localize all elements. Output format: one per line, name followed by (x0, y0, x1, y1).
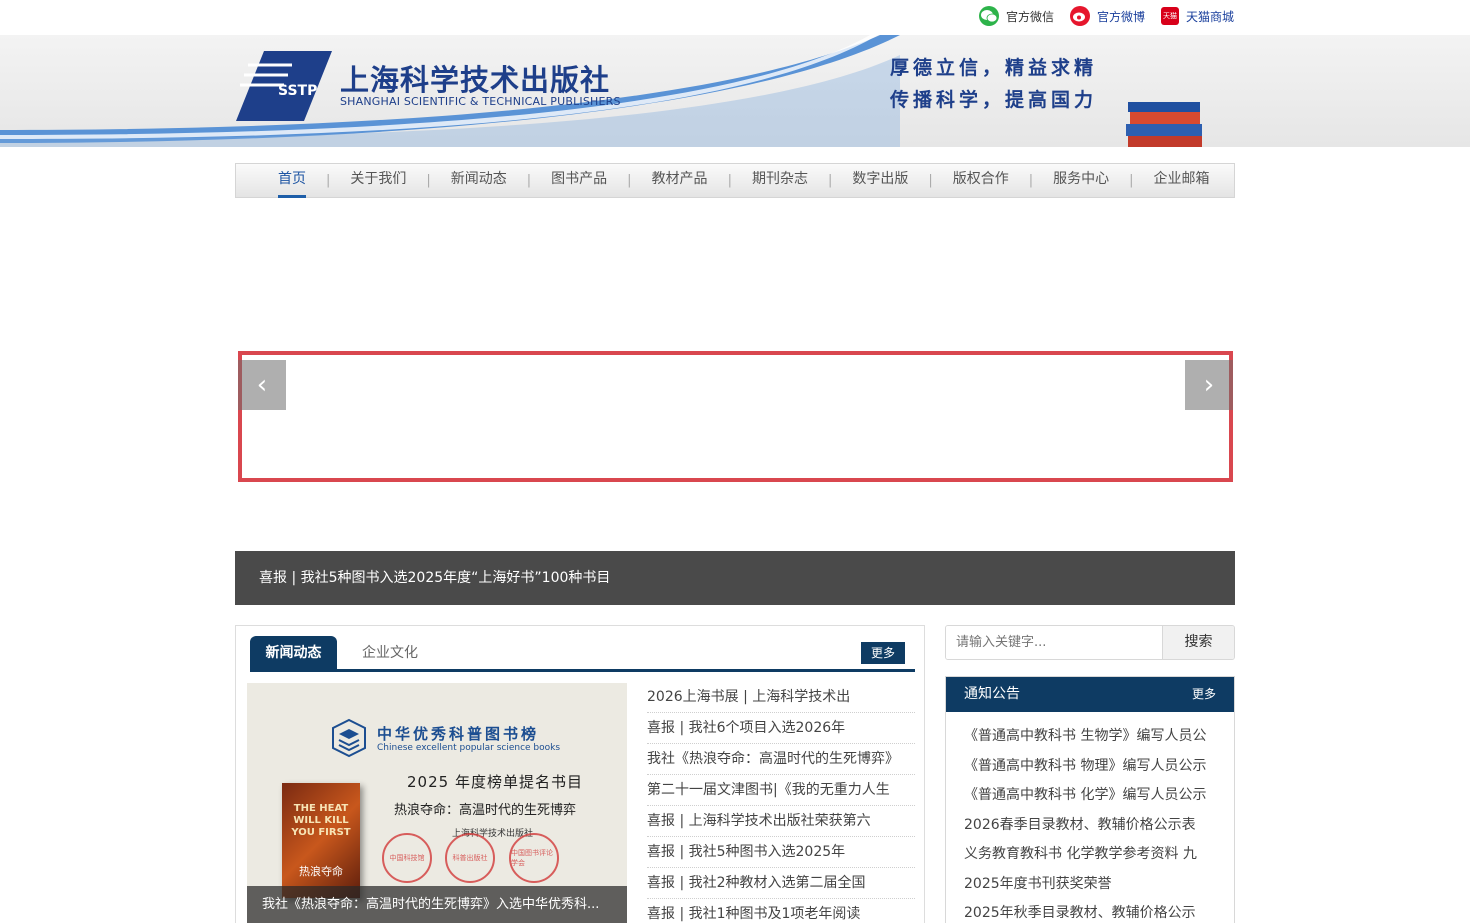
wechat-link[interactable]: 官方微信 (978, 6, 1054, 26)
nav-separator: | (827, 173, 833, 188)
nav-separator: | (426, 173, 431, 188)
notice-list: 《普通高中教科书 生物学》编写人员公 《普通高中教科书 物理》编写人员公示 《普通高… (946, 712, 1234, 923)
nav-item[interactable]: 服务中心 (1053, 163, 1109, 198)
news-item[interactable]: 喜报 | 我社5种图书入选2025年 (647, 837, 915, 868)
weibo-label: 官方微博 (1096, 9, 1145, 24)
nav-item[interactable]: 新闻动态 (451, 163, 507, 198)
publisher-name-en: SHANGHAI SCIENTIFIC & TECHNICAL PUBLISHE… (340, 95, 621, 108)
certificate-line-2: 热浪夺命：高温时代的生死博弈 (394, 803, 577, 818)
news-tabs: 新闻动态 企业文化 更多 (250, 636, 915, 672)
certificate-line-1: 2025 年度榜单提名书目 (407, 773, 583, 791)
news-item[interactable]: 2026上海书展 | 上海科学技术出 (647, 682, 915, 713)
notice-item[interactable]: 《普通高中教科书 物理》编写人员公示 (964, 752, 1234, 782)
book-cover-image: THE HEAT WILL KILL YOU FIRST 热浪夺命 (282, 783, 360, 898)
nav-separator: | (1129, 173, 1134, 188)
news-item[interactable]: 喜报 | 我社2种教材入选第二届全国 (647, 868, 915, 899)
nav-item[interactable]: 教材产品 (652, 163, 708, 198)
nav-separator: | (928, 173, 933, 188)
top-bar: 官方微信 官方微博 天猫 天猫商城 (0, 0, 1470, 35)
slogan-line-2: 传播科学，提高国力 (890, 89, 1098, 111)
notice-item[interactable]: 《普通高中教科书 化学》编写人员公示 (964, 781, 1234, 811)
notice-item[interactable]: 2025年度书刊获奖荣誉 (964, 870, 1234, 900)
news-item[interactable]: 第二十一届文津图书|《我的无重力人生 (647, 775, 915, 806)
seal-stamp-icon: 中国科技馆 (382, 833, 432, 883)
notice-item[interactable]: 2026春季目录教材、教辅价格公示表 (964, 811, 1234, 841)
wechat-label: 官方微信 (1005, 9, 1054, 24)
nav-item[interactable]: 关于我们 (350, 163, 406, 198)
nav-item[interactable]: 首页 (278, 163, 306, 198)
notice-item[interactable]: 义务教育教科书 化学教学参考资料 九 (964, 840, 1234, 870)
slogan-line-1: 厚德立信，精益求精 (890, 57, 1098, 79)
nav-separator: | (727, 173, 732, 188)
certificate-emblem-icon (332, 718, 366, 758)
nav-item[interactable]: 图书产品 (551, 163, 607, 198)
nav-separator: | (1028, 173, 1034, 188)
nav-item[interactable]: 版权合作 (953, 163, 1009, 198)
tab-news[interactable]: 新闻动态 (250, 636, 337, 670)
tmall-link[interactable]: 天猫 天猫商城 (1160, 6, 1234, 26)
certificate-subtitle: Chinese excellent popular science books (377, 743, 561, 753)
nav-separator: | (526, 173, 532, 188)
nav-separator: | (627, 173, 632, 188)
notice-title: 通知公告 (964, 686, 1020, 702)
slider-prev-button[interactable]: ‹ (238, 360, 286, 410)
logo-mark-text: SSTP (278, 83, 317, 99)
news-item[interactable]: 我社《热浪夺命：高温时代的生死博弈》 (647, 744, 915, 775)
notice-item[interactable]: 2025年秋季目录教材、教辅价格公示 (964, 899, 1234, 923)
chevron-left-icon: ‹ (256, 370, 268, 400)
notice-header: 通知公告 更多 (946, 677, 1234, 712)
notice-item[interactable]: 《普通高中教科书 生物学》编写人员公 (964, 722, 1234, 752)
top-links: 官方微信 官方微博 天猫 天猫商城 (978, 6, 1234, 26)
notice-more-link[interactable]: 更多 (1192, 677, 1216, 712)
news-panel: 新闻动态 企业文化 更多 中华优秀科普图书榜 Chinese excellent… (235, 625, 925, 923)
tmall-icon: 天猫 (1160, 7, 1179, 25)
news-list: 2026上海书展 | 上海科学技术出 喜报 | 我社6个项目入选2026年 我社《热… (647, 682, 915, 923)
book-cover-cn: 热浪夺命 (299, 865, 343, 878)
nav-item[interactable]: 企业邮箱 (1154, 163, 1210, 198)
books-illustration-icon (1126, 102, 1202, 147)
publisher-name-cn: 上海科学技术出版社 (340, 63, 611, 97)
header-banner: SSTP 上海科学技术出版社 SHANGHAI SCIENTIFIC & TEC… (0, 35, 1470, 147)
certificate-title: 中华优秀科普图书榜 (377, 725, 540, 743)
news-item[interactable]: 喜报 | 上海科学技术出版社荣获第六 (647, 806, 915, 837)
slider-caption[interactable]: 喜报 | 我社5种图书入选2025年度“上海好书”100种书目 (235, 551, 1235, 605)
news-feature-photo[interactable]: 中华优秀科普图书榜 Chinese excellent popular scie… (247, 683, 627, 923)
chevron-right-icon: › (1203, 370, 1215, 400)
search-box: 搜索 (945, 625, 1235, 660)
notice-panel: 通知公告 更多 《普通高中教科书 生物学》编写人员公 《普通高中教科书 物理》编写… (945, 676, 1235, 923)
news-item[interactable]: 喜报 | 我社6个项目入选2026年 (647, 713, 915, 744)
tab-culture[interactable]: 企业文化 (362, 636, 418, 670)
slider-next-button[interactable]: › (1185, 360, 1233, 410)
publisher-logo-icon[interactable]: SSTP (236, 51, 332, 121)
tmall-label: 天猫商城 (1185, 9, 1234, 24)
photo-caption[interactable]: 我社《热浪夺命：高温时代的生死博弈》入选中华优秀科... (247, 886, 627, 923)
weibo-link[interactable]: 官方微博 (1069, 6, 1145, 26)
weibo-icon (1069, 6, 1090, 26)
book-list-slider: 81科普生活类《医生不曾告诉你的生命哲学课：如何面对衰老、失能、病痛和死亡》上海… (235, 206, 1235, 535)
main-nav: 首页 | 关于我们 | 新闻动态 | 图书产品 | 教材产品 | 期刊杂志 | 数字出版 | 版权合作 | 服务… (235, 163, 1235, 198)
nav-separator: | (326, 173, 331, 188)
seal-stamp-icon: 科普出版社 (445, 833, 495, 883)
seal-stamp-icon: 中国图书评论学会 (509, 833, 559, 883)
nav-item[interactable]: 数字出版 (852, 163, 908, 198)
book-cover-title: THE HEAT WILL KILL YOU FIRST (291, 803, 351, 838)
news-more-button[interactable]: 更多 (861, 642, 905, 664)
search-input[interactable] (946, 626, 1162, 659)
nav-item[interactable]: 期刊杂志 (752, 163, 808, 198)
news-item[interactable]: 喜报 | 我社1种图书及1项老年阅读 (647, 899, 915, 923)
search-button[interactable]: 搜索 (1162, 626, 1234, 659)
wechat-icon (978, 6, 999, 26)
